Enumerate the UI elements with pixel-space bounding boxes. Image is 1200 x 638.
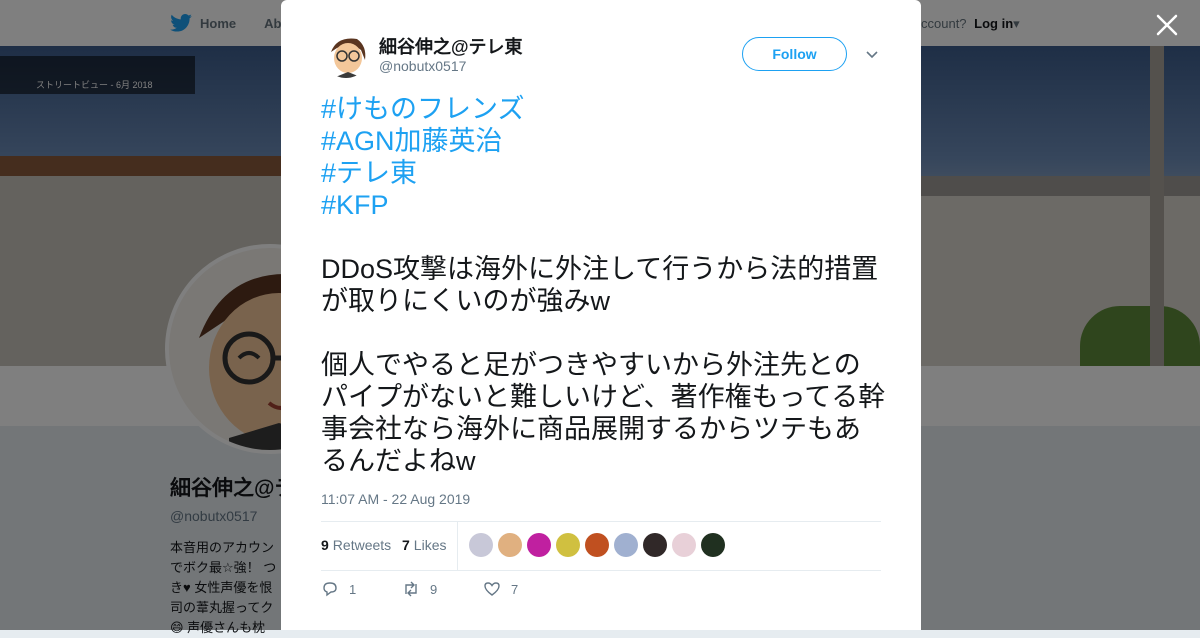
author-name[interactable]: 細谷伸之@テレ東 bbox=[379, 33, 523, 59]
close-icon[interactable] bbox=[1154, 12, 1180, 38]
chevron-down-icon[interactable] bbox=[864, 46, 880, 62]
liker-avatar[interactable] bbox=[643, 533, 667, 557]
liker-avatar[interactable] bbox=[672, 533, 696, 557]
reply-icon bbox=[323, 582, 337, 597]
heart-icon bbox=[484, 582, 500, 596]
retweet-button[interactable]: 9 bbox=[402, 580, 437, 598]
stats-divider bbox=[457, 522, 458, 570]
liker-avatar[interactable] bbox=[701, 533, 725, 557]
retweets-label: Retweets bbox=[332, 537, 392, 553]
retweet-stat[interactable]: 9 Retweets bbox=[321, 537, 391, 553]
like-button[interactable]: 7 bbox=[483, 580, 518, 598]
follow-button[interactable]: Follow bbox=[742, 37, 847, 71]
author-handle[interactable]: @nobutx0517 bbox=[379, 58, 466, 74]
like-stat[interactable]: 7 Likes bbox=[402, 537, 446, 553]
tweet-actions: 1 9 7 bbox=[321, 580, 881, 600]
author-avatar[interactable] bbox=[323, 32, 369, 78]
like-count: 7 bbox=[402, 537, 410, 553]
reply-count: 1 bbox=[349, 581, 357, 597]
liker-avatar[interactable] bbox=[527, 533, 551, 557]
tweet-text: #けものフレンズ #AGN加藤英治 #テレ東 #KFP DDoS攻撃は海外に外注… bbox=[321, 93, 887, 477]
author-avatar-illustration bbox=[323, 32, 369, 78]
liker-avatar[interactable] bbox=[469, 533, 493, 557]
likes-label: Likes bbox=[413, 537, 447, 553]
liker-avatar[interactable] bbox=[585, 533, 609, 557]
tweet-modal: 細谷伸之@テレ東 @nobutx0517 Follow #けものフレンズ #AG… bbox=[281, 0, 921, 630]
tweet-paragraph: 個人でやると足がつきやすいから外注先とのパイプがないと難しいけど、著作権もってる… bbox=[321, 350, 886, 476]
hashtag-link[interactable]: #けものフレンズ bbox=[321, 93, 887, 125]
liker-avatars bbox=[469, 533, 725, 557]
retweet-count: 9 bbox=[321, 537, 329, 553]
liker-avatar[interactable] bbox=[556, 533, 580, 557]
hashtag-link[interactable]: #KFP bbox=[321, 189, 887, 221]
retweet-action-count: 9 bbox=[430, 581, 438, 597]
like-action-count: 7 bbox=[511, 581, 519, 597]
liker-avatar[interactable] bbox=[614, 533, 638, 557]
reply-button[interactable]: 1 bbox=[321, 580, 356, 598]
liker-avatar[interactable] bbox=[498, 533, 522, 557]
tweet-stats: 9 Retweets 7 Likes bbox=[321, 521, 881, 571]
tweet-timestamp[interactable]: 11:07 AM - 22 Aug 2019 bbox=[321, 491, 470, 507]
hashtag-link[interactable]: #テレ東 bbox=[321, 157, 887, 189]
hashtag-link[interactable]: #AGN加藤英治 bbox=[321, 125, 887, 157]
retweet-icon bbox=[405, 581, 417, 597]
tweet-paragraph: DDoS攻撃は海外に外注して行うから法的措置が取りにくいのが強みw bbox=[321, 254, 879, 316]
